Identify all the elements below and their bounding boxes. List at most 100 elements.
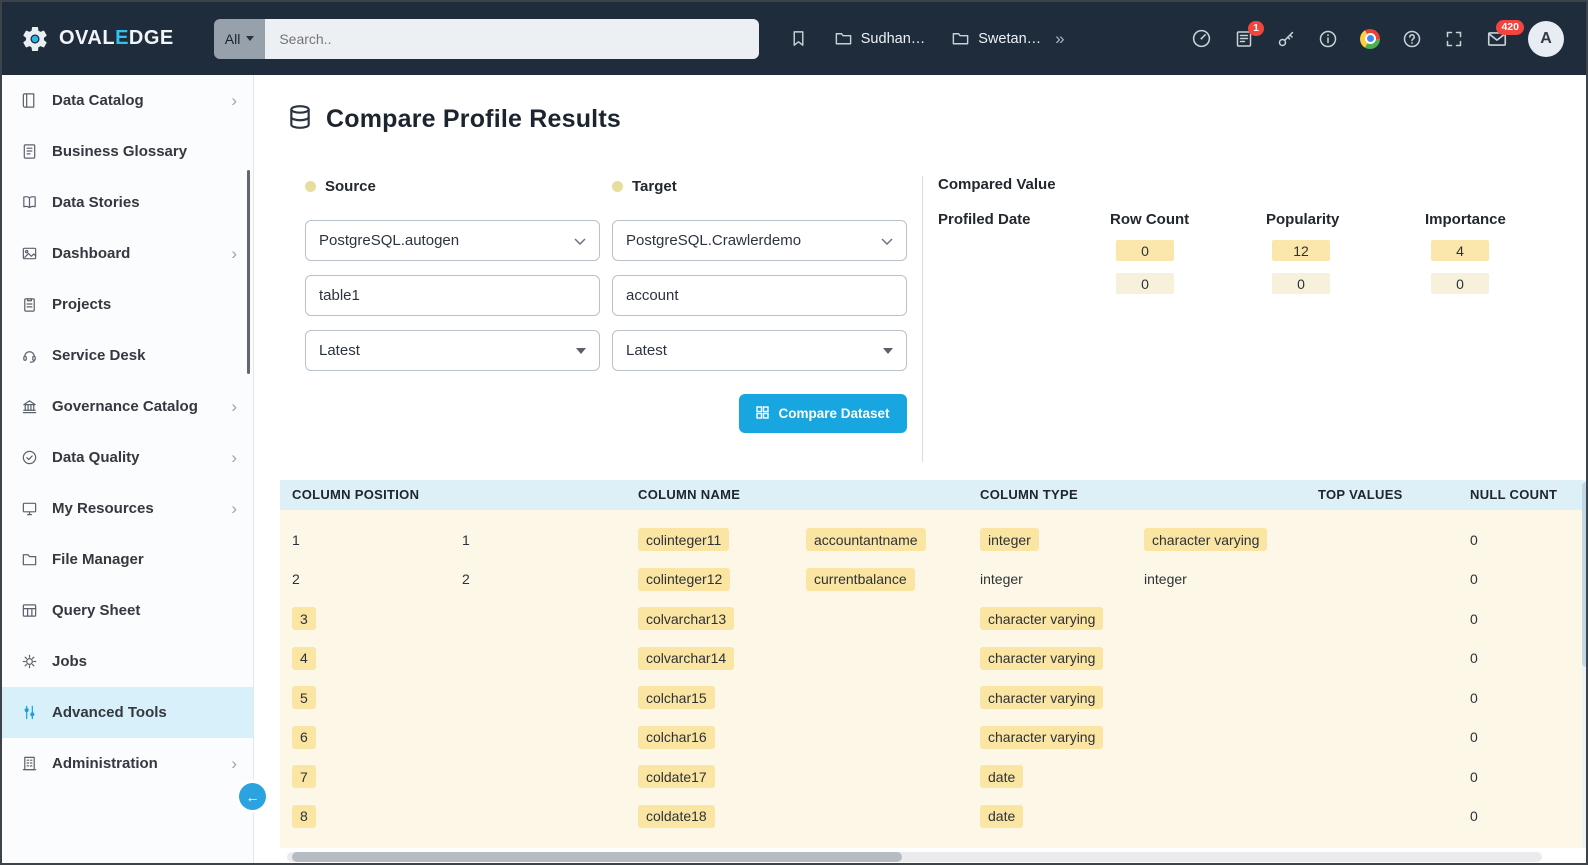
importance-value: 4: [1431, 240, 1489, 261]
highlighted-value: 3: [292, 607, 316, 630]
table-row: 8coldate18date0: [280, 797, 1586, 837]
sidebar-item-governance-catalog[interactable]: Governance Catalog›: [2, 381, 253, 432]
catalog-icon: [21, 92, 39, 109]
table-cell: [1306, 718, 1386, 758]
table-cell: character varying: [968, 639, 1132, 679]
target-connection-select[interactable]: PostgreSQL.Crawlerdemo: [612, 220, 907, 261]
search-scope-dropdown[interactable]: All: [214, 19, 266, 59]
ovaledge-logo-text: OVALEDGE: [59, 27, 174, 50]
triangle-down-icon: [883, 348, 893, 354]
value: integer: [980, 571, 1023, 587]
notifications-icon[interactable]: 1: [1234, 29, 1254, 49]
chrome-icon[interactable]: [1360, 29, 1380, 49]
info-icon[interactable]: [1318, 29, 1338, 49]
ovaledge-logo[interactable]: OVALEDGE: [20, 24, 174, 54]
table-cell: 4: [280, 639, 450, 679]
access-key-icon[interactable]: [1276, 29, 1296, 49]
sidebar-scrollbar[interactable]: [247, 170, 250, 374]
sidebar-item-data-stories[interactable]: Data Stories: [2, 177, 253, 228]
source-connection-select[interactable]: PostgreSQL.autogen: [305, 220, 600, 261]
compare-dataset-button[interactable]: Compare Dataset: [739, 394, 907, 433]
table-cell: [1306, 639, 1386, 679]
fullscreen-icon[interactable]: [1444, 29, 1464, 49]
sidebar-item-my-resources[interactable]: My Resources›: [2, 483, 253, 534]
sidebar-item-projects[interactable]: Projects: [2, 279, 253, 330]
value: 1: [292, 532, 300, 548]
column-header-profiled-date: Profiled Date: [938, 211, 1110, 228]
bookmark-icon[interactable]: [789, 29, 808, 48]
table-cell: [794, 678, 968, 718]
sidebar-item-jobs[interactable]: Jobs: [2, 636, 253, 687]
table-cell: character varying: [1132, 520, 1306, 560]
arrow-left-icon: ←: [246, 789, 260, 805]
sidebar-item-dashboard[interactable]: Dashboard›: [2, 228, 253, 279]
table-cell: [1132, 757, 1306, 797]
sidebar-item-data-catalog[interactable]: Data Catalog›: [2, 75, 253, 126]
table-vertical-scrollbar-thumb[interactable]: [1582, 482, 1586, 667]
table-cell: 1: [450, 520, 626, 560]
source-indicator-dot: [305, 181, 316, 192]
target-table-input[interactable]: [612, 275, 907, 316]
table-cell: [1386, 757, 1458, 797]
table-cell: [450, 599, 626, 639]
table-cell: 0: [1458, 718, 1586, 758]
user-avatar[interactable]: A: [1528, 21, 1564, 57]
value: 0: [1470, 808, 1478, 824]
sidebar-item-service-desk[interactable]: Service Desk: [2, 330, 253, 381]
table-horizontal-scrollbar-thumb[interactable]: [292, 852, 902, 862]
sidebar-item-label: Projects: [52, 296, 111, 313]
chevron-right-icon: ›: [231, 754, 237, 774]
target-version-select[interactable]: Latest: [612, 330, 907, 371]
ovaledge-gear-icon: [20, 24, 50, 54]
release-gauge-icon[interactable]: [1191, 28, 1212, 49]
table-cell: 6: [280, 718, 450, 758]
table-cell: coldate18: [626, 797, 794, 837]
value: integer: [1144, 571, 1187, 587]
search-input[interactable]: [265, 19, 758, 59]
profiled-date-value: [938, 273, 1110, 294]
sidebar-item-data-quality[interactable]: Data Quality›: [2, 432, 253, 483]
pinned-item-1[interactable]: Sudhan…: [834, 29, 926, 48]
value: 0: [1470, 571, 1478, 587]
inbox-mail-icon[interactable]: 420: [1486, 28, 1508, 50]
table-cell: date: [968, 757, 1132, 797]
sidebar: Data Catalog›Business GlossaryData Stori…: [2, 75, 254, 863]
sidebar-item-business-glossary[interactable]: Business Glossary: [2, 126, 253, 177]
table-cell: 0: [1458, 797, 1586, 837]
stories-icon: [21, 194, 39, 211]
sidebar-collapse-button[interactable]: ←: [239, 783, 266, 810]
highlighted-value: colinteger11: [638, 528, 729, 551]
table-row: 11colinteger11accountantnameintegerchara…: [280, 520, 1586, 560]
triangle-down-icon: [576, 348, 586, 354]
sidebar-item-administration[interactable]: Administration›: [2, 738, 253, 789]
highlighted-value: character varying: [980, 686, 1103, 709]
table-cell: 0: [1458, 757, 1586, 797]
highlighted-value: character varying: [980, 607, 1103, 630]
topbar-icon-cluster: 1 420 A: [1191, 21, 1564, 57]
compare-dataset-label: Compare Dataset: [778, 406, 889, 421]
source-table-input[interactable]: [305, 275, 600, 316]
table-cell: [1306, 520, 1386, 560]
highlighted-value: colvarchar14: [638, 647, 734, 670]
table-cell: character varying: [968, 599, 1132, 639]
source-version-select[interactable]: Latest: [305, 330, 600, 371]
sidebar-item-label: Jobs: [52, 653, 87, 670]
sidebar-item-advanced-tools[interactable]: Advanced Tools: [2, 687, 253, 738]
help-icon[interactable]: [1402, 29, 1422, 49]
page-header: Compare Profile Results: [287, 102, 1586, 136]
highlighted-value: date: [980, 765, 1023, 788]
table-cell: [450, 757, 626, 797]
sidebar-item-query-sheet[interactable]: Query Sheet: [2, 585, 253, 636]
table-header-row: COLUMN POSITION COLUMN NAME COLUMN TYPE …: [280, 480, 1586, 510]
governance-icon: [21, 398, 39, 415]
table-horizontal-scrollbar[interactable]: [287, 852, 1542, 862]
page-title: Compare Profile Results: [326, 105, 621, 134]
sidebar-item-file-manager[interactable]: File Manager: [2, 534, 253, 585]
double-chevron-icon[interactable]: »: [1055, 29, 1064, 49]
table-vertical-scrollbar[interactable]: [1582, 480, 1586, 848]
pinned-item-2[interactable]: Swetan…: [951, 29, 1041, 48]
file-manager-icon: [21, 551, 39, 568]
table-cell: [794, 599, 968, 639]
table-cell: [1132, 797, 1306, 837]
quality-icon: [21, 449, 39, 466]
